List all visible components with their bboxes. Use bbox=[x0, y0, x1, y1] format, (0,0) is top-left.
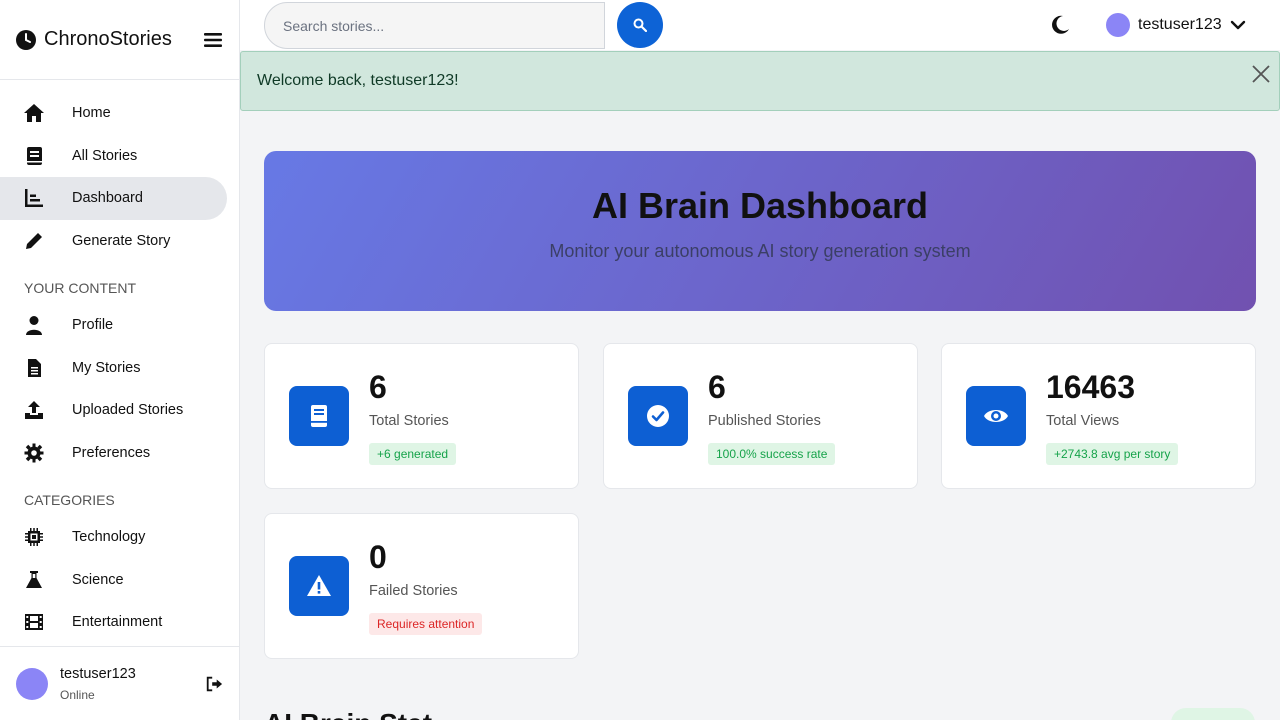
nav-label: Profile bbox=[72, 317, 114, 334]
nav-item-preferences[interactable]: Preferences bbox=[0, 432, 227, 475]
chart-bar-icon bbox=[24, 188, 48, 208]
topbar: testuser123 bbox=[240, 0, 1280, 50]
logout-icon[interactable] bbox=[205, 675, 223, 693]
chip-icon bbox=[24, 527, 48, 547]
stat-badge: 100.0% success rate bbox=[708, 443, 836, 465]
alert-message: Welcome back, testuser123! bbox=[257, 72, 459, 89]
nav-item-profile[interactable]: Profile bbox=[0, 304, 227, 347]
stat-card-total-views: 16463 Total Views +2743.8 avg per story bbox=[941, 343, 1256, 489]
user-icon bbox=[24, 315, 48, 336]
nav-item-dashboard[interactable]: Dashboard bbox=[0, 177, 227, 220]
stat-badge: +6 generated bbox=[369, 443, 457, 465]
moon-icon[interactable] bbox=[1049, 14, 1071, 36]
sidebar-username: testuser123 bbox=[60, 665, 136, 682]
avatar bbox=[1106, 13, 1130, 37]
nav-label: Uploaded Stories bbox=[72, 402, 184, 419]
warning-icon bbox=[289, 556, 349, 616]
clock-icon bbox=[16, 29, 36, 50]
stat-value: 6 bbox=[708, 369, 726, 405]
welcome-alert: Welcome back, testuser123! bbox=[240, 51, 1280, 111]
nav-label: Entertainment bbox=[72, 614, 163, 631]
hamburger-menu-icon[interactable] bbox=[203, 30, 223, 50]
stat-card-published-stories: 6 Published Stories 100.0% success rate bbox=[603, 343, 918, 489]
stat-value: 6 bbox=[369, 369, 387, 405]
home-icon bbox=[24, 103, 48, 123]
stat-value: 0 bbox=[369, 539, 387, 575]
flask-icon bbox=[24, 570, 48, 590]
book-icon bbox=[289, 386, 349, 446]
nav-item-home[interactable]: Home bbox=[0, 92, 227, 135]
main-nav: Home All Stories Dashboard Generate Stor… bbox=[0, 80, 239, 644]
search-input[interactable] bbox=[264, 2, 605, 49]
stat-label: Published Stories bbox=[708, 413, 821, 429]
stat-card-total-stories: 6 Total Stories +6 generated bbox=[264, 343, 579, 489]
sidebar: ChronoStories Home All Stories Dashboard… bbox=[0, 0, 240, 720]
gear-icon bbox=[24, 443, 48, 463]
status-badge bbox=[1171, 708, 1255, 720]
brand: ChronoStories bbox=[0, 0, 239, 80]
sidebar-user-panel: testuser123 Online bbox=[0, 646, 239, 720]
search-icon bbox=[633, 18, 647, 32]
user-status: Online bbox=[60, 687, 95, 702]
stat-badge: Requires attention bbox=[369, 613, 483, 635]
stat-label: Failed Stories bbox=[369, 583, 458, 599]
nav-label: Home bbox=[72, 105, 111, 122]
nav-label: My Stories bbox=[72, 359, 141, 376]
section-title-your-content: YOUR CONTENT bbox=[24, 280, 136, 296]
nav-item-science[interactable]: Science bbox=[0, 559, 227, 602]
search-button[interactable] bbox=[617, 2, 663, 48]
film-icon bbox=[24, 612, 48, 632]
stat-card-failed-stories: 0 Failed Stories Requires attention bbox=[264, 513, 579, 659]
upload-icon bbox=[24, 400, 48, 420]
nav-item-entertainment[interactable]: Entertainment bbox=[0, 601, 227, 644]
page-subtitle: Monitor your autonomous AI story generat… bbox=[549, 241, 971, 261]
dashboard-hero: AI Brain Dashboard Monitor your autonomo… bbox=[264, 151, 1256, 311]
stat-badge: +2743.8 avg per story bbox=[1046, 443, 1179, 465]
nav-label: Preferences bbox=[72, 444, 151, 461]
pen-icon bbox=[24, 231, 48, 251]
nav-item-generate-story[interactable]: Generate Story bbox=[0, 220, 227, 263]
section-heading: AI Brain Stat bbox=[264, 708, 432, 720]
section-title-categories: CATEGORIES bbox=[24, 492, 115, 508]
nav-label: Generate Story bbox=[72, 232, 171, 249]
chevron-down-icon bbox=[1230, 20, 1245, 30]
nav-label: Science bbox=[72, 571, 124, 588]
stat-label: Total Views bbox=[1046, 413, 1120, 429]
nav-label: All Stories bbox=[72, 147, 138, 164]
nav-item-uploaded-stories[interactable]: Uploaded Stories bbox=[0, 389, 227, 432]
file-icon bbox=[24, 358, 48, 378]
user-menu[interactable]: testuser123 bbox=[1106, 13, 1246, 37]
nav-item-technology[interactable]: Technology bbox=[0, 516, 227, 559]
nav-item-my-stories[interactable]: My Stories bbox=[0, 347, 227, 390]
user-info: testuser123 Online bbox=[60, 666, 205, 702]
check-circle-icon bbox=[628, 386, 688, 446]
close-icon[interactable] bbox=[1249, 62, 1273, 86]
book-icon bbox=[24, 146, 48, 166]
eye-icon bbox=[966, 386, 1026, 446]
avatar[interactable] bbox=[16, 667, 48, 700]
brand-name[interactable]: ChronoStories bbox=[44, 28, 203, 51]
nav-item-all-stories[interactable]: All Stories bbox=[0, 135, 227, 178]
nav-label: Technology bbox=[72, 529, 146, 546]
nav-label: Dashboard bbox=[72, 190, 143, 207]
page-title: AI Brain Dashboard bbox=[591, 185, 929, 226]
topbar-username: testuser123 bbox=[1138, 16, 1222, 33]
stat-value: 16463 bbox=[1046, 369, 1135, 405]
stat-label: Total Stories bbox=[369, 413, 449, 429]
